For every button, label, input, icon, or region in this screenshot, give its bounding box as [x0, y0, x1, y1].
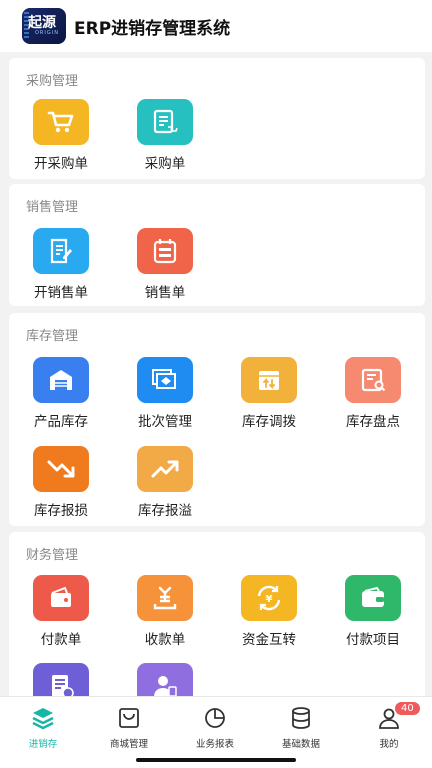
- wallet-icon: [33, 575, 89, 621]
- stocktake-icon: [345, 357, 401, 403]
- exchange-icon: ¥: [241, 575, 297, 621]
- logo-text: 起源: [28, 15, 56, 31]
- inventory-section: 库存管理 产品库存 批次管理 库存调拨 库存盘点 库存报损 库存报溢: [9, 313, 425, 526]
- section-title-purchase: 采购管理: [26, 74, 79, 89]
- cart-icon: [33, 99, 89, 145]
- receipt-order-button[interactable]: 收款单: [113, 575, 217, 648]
- batch-icon: [137, 357, 193, 403]
- app-title: ERP进销存管理系统: [74, 18, 231, 39]
- batch-management-button[interactable]: 批次管理: [113, 357, 217, 430]
- shopping-bag-icon: [86, 705, 172, 731]
- layers-icon: [0, 705, 86, 731]
- sales-list-icon: [137, 228, 193, 274]
- fund-transfer-button[interactable]: ¥ 资金互转: [217, 575, 321, 648]
- app-header: 起源 ORIGIN ERP进销存管理系统: [0, 0, 432, 52]
- main-content: 采购管理 开采购单 采购单 销售管理 开销售单 销售单 库存管理 产品库存 批次…: [0, 52, 432, 696]
- expense-doc-button[interactable]: [9, 663, 113, 696]
- open-purchase-order-button[interactable]: 开采购单: [9, 99, 113, 172]
- pay-item-icon: [345, 575, 401, 621]
- payment-order-button[interactable]: 付款单: [9, 575, 113, 648]
- receive-icon: [137, 575, 193, 621]
- sales-order-button[interactable]: 销售单: [113, 228, 217, 301]
- home-indicator: [136, 758, 296, 762]
- sales-section: 销售管理 开销售单 销售单: [9, 184, 425, 306]
- transfer-box-icon: [241, 357, 297, 403]
- purchase-list-icon: [137, 99, 193, 145]
- tab-mine[interactable]: 40 我的: [346, 701, 432, 750]
- tab-mall-management[interactable]: 商城管理: [86, 705, 172, 750]
- purchase-order-button[interactable]: 采购单: [113, 99, 217, 172]
- svg-text:¥: ¥: [266, 594, 273, 605]
- pie-chart-icon: [172, 705, 258, 731]
- user-card-button[interactable]: [113, 663, 217, 696]
- tab-inventory-sales[interactable]: 进销存: [0, 705, 86, 750]
- app-logo: 起源 ORIGIN: [22, 8, 66, 44]
- finance-section: 财务管理 付款单 收款单 ¥ 资金互转 付款项目: [9, 532, 425, 696]
- warehouse-icon: [33, 357, 89, 403]
- stocktake-button[interactable]: 库存盘点: [321, 357, 425, 430]
- user-card-icon: [137, 663, 193, 696]
- edit-doc-icon: [33, 228, 89, 274]
- logo-subtext: ORIGIN: [35, 30, 59, 36]
- section-title-sales: 销售管理: [26, 200, 79, 215]
- open-sales-order-button[interactable]: 开销售单: [9, 228, 113, 301]
- tab-basic-data[interactable]: 基础数据: [258, 705, 344, 750]
- product-inventory-button[interactable]: 产品库存: [9, 357, 113, 430]
- section-title-finance: 财务管理: [26, 548, 79, 563]
- tab-business-reports[interactable]: 业务报表: [172, 705, 258, 750]
- notification-badge: 40: [394, 701, 421, 716]
- purchase-section: 采购管理 开采购单 采购单: [9, 58, 425, 179]
- payment-items-button[interactable]: 付款项目: [321, 575, 425, 648]
- trend-up-icon: [137, 446, 193, 492]
- stock-overflow-button[interactable]: 库存报溢: [113, 446, 217, 519]
- database-icon: [258, 705, 344, 731]
- section-title-inventory: 库存管理: [26, 329, 79, 344]
- trend-down-icon: [33, 446, 89, 492]
- stock-transfer-button[interactable]: 库存调拨: [217, 357, 321, 430]
- stock-loss-button[interactable]: 库存报损: [9, 446, 113, 519]
- expense-doc-icon: [33, 663, 89, 696]
